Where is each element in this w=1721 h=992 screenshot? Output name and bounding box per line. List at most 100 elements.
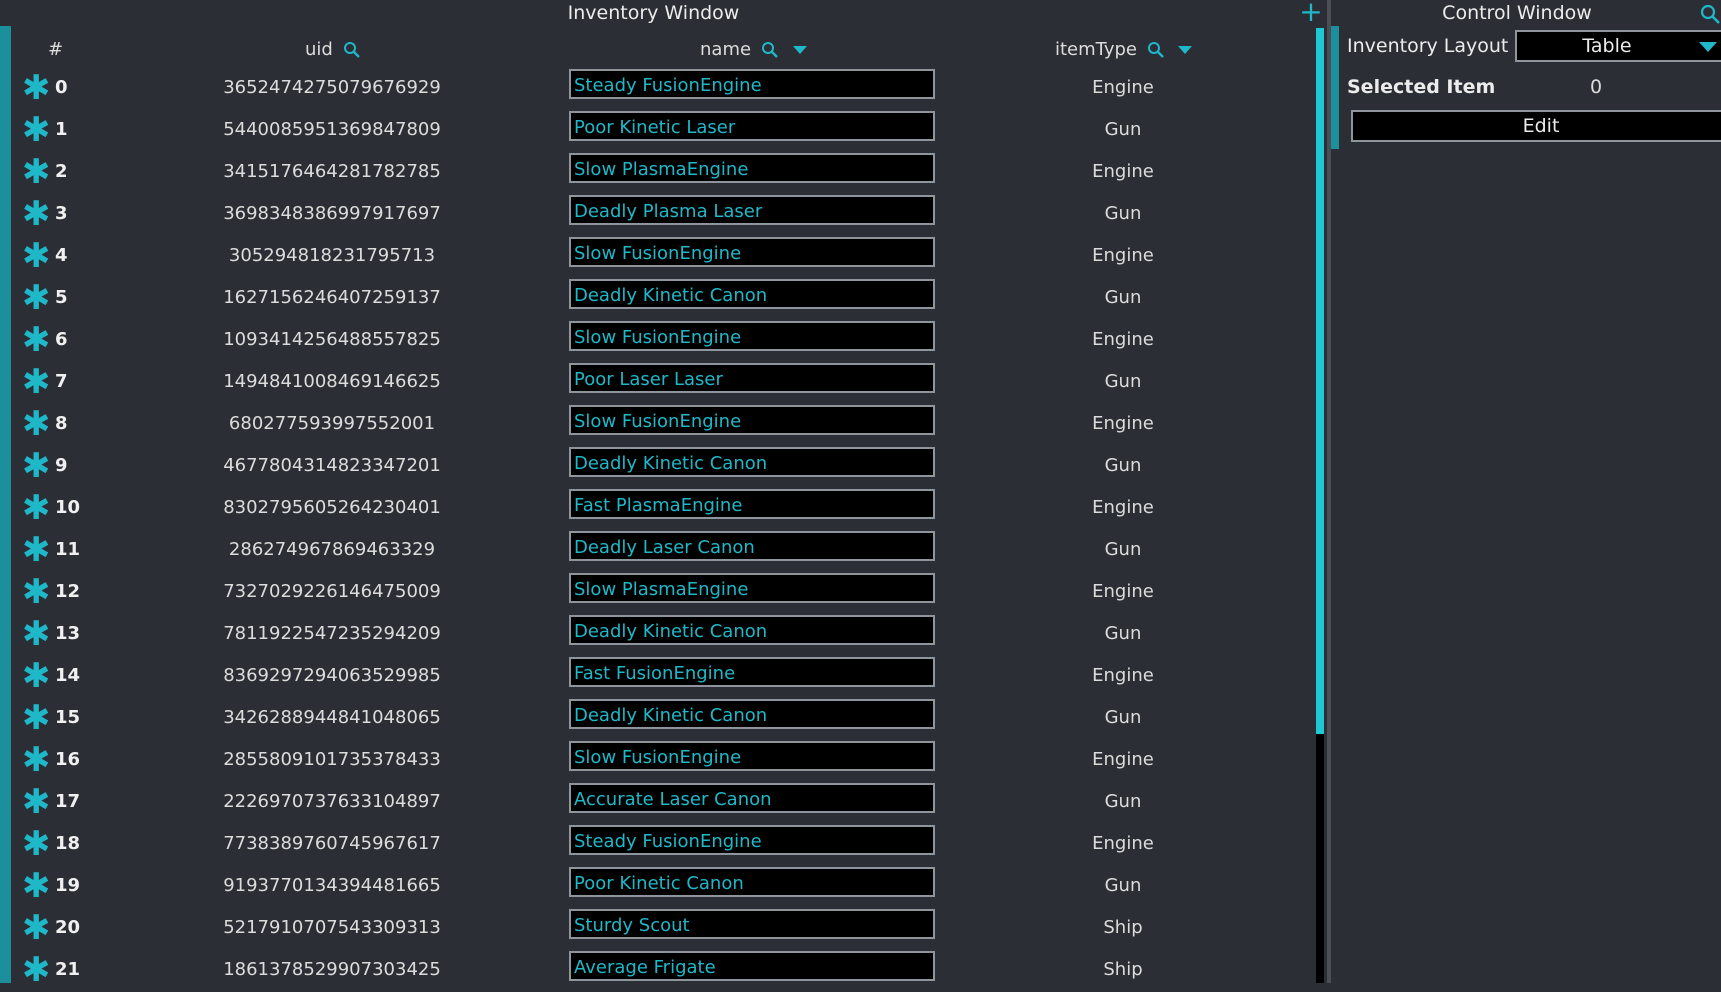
row-item-type: Engine [1092, 665, 1154, 686]
asterisk-icon[interactable]: ✱ [22, 533, 51, 567]
row-uid: 8302795605264230401 [223, 497, 441, 518]
row-name-field[interactable]: Steady FusionEngine [569, 69, 935, 99]
uid-search-icon[interactable] [343, 41, 361, 59]
row-number: 15 [55, 707, 81, 728]
row-name-field[interactable]: Deadly Plasma Laser [569, 195, 935, 225]
row-uid: 1494841008469146625 [223, 371, 441, 392]
table-row: ✱ 8 680277593997552001 Slow FusionEngine… [0, 404, 1310, 446]
row-name-field[interactable]: Slow PlasmaEngine [569, 153, 935, 183]
asterisk-icon[interactable]: ✱ [22, 827, 51, 861]
row-item-type: Ship [1103, 959, 1143, 980]
row-name-field[interactable]: Sturdy Scout [569, 909, 935, 939]
asterisk-icon[interactable]: ✱ [22, 701, 51, 735]
row-name-field[interactable]: Deadly Laser Canon [569, 531, 935, 561]
row-number: 3 [55, 203, 68, 224]
asterisk-icon[interactable]: ✱ [22, 365, 51, 399]
row-name-field[interactable]: Slow FusionEngine [569, 321, 935, 351]
asterisk-icon[interactable]: ✱ [22, 323, 51, 357]
row-number: 16 [55, 749, 81, 770]
row-item-type: Engine [1092, 245, 1154, 266]
column-header-name[interactable]: name [700, 36, 807, 64]
asterisk-icon[interactable]: ✱ [22, 197, 51, 231]
asterisk-icon[interactable]: ✱ [22, 659, 51, 693]
inventory-window-title: Inventory Window [567, 2, 740, 24]
asterisk-icon[interactable]: ✱ [22, 785, 51, 819]
row-name-field[interactable]: Poor Kinetic Canon [569, 867, 935, 897]
row-uid: 9193770134394481665 [223, 875, 441, 896]
column-header-itemtype[interactable]: itemType [1055, 36, 1193, 64]
row-number: 21 [55, 959, 81, 980]
row-uid: 8369297294063529985 [223, 665, 441, 686]
asterisk-icon[interactable]: ✱ [22, 281, 51, 315]
row-number: 12 [55, 581, 81, 602]
row-uid: 1861378529907303425 [223, 959, 441, 980]
asterisk-icon[interactable]: ✱ [22, 71, 51, 105]
row-item-type: Gun [1104, 791, 1142, 812]
row-uid: 1627156246407259137 [223, 287, 441, 308]
row-name-field[interactable]: Poor Kinetic Laser [569, 111, 935, 141]
control-window: Control Window Inventory Layout Table Se… [1331, 0, 1721, 983]
row-number: 1 [55, 119, 68, 140]
row-name-field[interactable]: Slow FusionEngine [569, 741, 935, 771]
asterisk-icon[interactable]: ✱ [22, 155, 51, 189]
row-name-field[interactable]: Deadly Kinetic Canon [569, 279, 935, 309]
row-uid: 7738389760745967617 [223, 833, 441, 854]
row-uid: 3415176464281782785 [223, 161, 441, 182]
search-icon[interactable] [1699, 3, 1721, 25]
name-search-icon[interactable] [761, 41, 779, 59]
row-uid: 286274967869463329 [228, 539, 436, 560]
row-number: 11 [55, 539, 81, 560]
row-name-field[interactable]: Slow FusionEngine [569, 405, 935, 435]
row-uid: 305294818231795713 [228, 245, 436, 266]
row-item-type: Engine [1092, 497, 1154, 518]
row-name-field[interactable]: Fast FusionEngine [569, 657, 935, 687]
row-name-field[interactable]: Slow PlasmaEngine [569, 573, 935, 603]
itemtype-search-icon[interactable] [1147, 41, 1165, 59]
row-item-type: Gun [1104, 371, 1142, 392]
asterisk-icon[interactable]: ✱ [22, 491, 51, 525]
itemtype-sort-chevron-down-icon[interactable] [1178, 46, 1193, 54]
row-uid: 5217910707543309313 [223, 917, 441, 938]
row-name-field[interactable]: Accurate Laser Canon [569, 783, 935, 813]
row-name-field[interactable]: Deadly Kinetic Canon [569, 699, 935, 729]
row-name-field[interactable]: Average Frigate [569, 951, 935, 981]
inventory-layout-select[interactable]: Table [1515, 30, 1721, 62]
row-name-field[interactable]: Fast PlasmaEngine [569, 489, 935, 519]
asterisk-icon[interactable]: ✱ [22, 743, 51, 777]
table-row: ✱ 2 3415176464281782785 Slow PlasmaEngin… [0, 152, 1310, 194]
row-number: 18 [55, 833, 81, 854]
asterisk-icon[interactable]: ✱ [22, 113, 51, 147]
control-side-strip [1331, 26, 1339, 149]
row-name-field[interactable]: Deadly Kinetic Canon [569, 615, 935, 645]
row-name-field[interactable]: Poor Laser Laser [569, 363, 935, 393]
asterisk-icon[interactable]: ✱ [22, 953, 51, 987]
row-number: 7 [55, 371, 68, 392]
row-item-type: Engine [1092, 581, 1154, 602]
row-item-type: Engine [1092, 329, 1154, 350]
edit-button[interactable]: Edit [1351, 110, 1721, 142]
row-name-field[interactable]: Deadly Kinetic Canon [569, 447, 935, 477]
scrollbar-thumb[interactable] [1316, 28, 1324, 734]
row-number: 9 [55, 455, 68, 476]
table-row: ✱ 17 2226970737633104897 Accurate Laser … [0, 782, 1310, 824]
table-row: ✱ 5 1627156246407259137 Deadly Kinetic C… [0, 278, 1310, 320]
row-item-type: Gun [1104, 119, 1142, 140]
asterisk-icon[interactable]: ✱ [22, 407, 51, 441]
table-row: ✱ 13 7811922547235294209 Deadly Kinetic … [0, 614, 1310, 656]
row-item-type: Ship [1103, 917, 1143, 938]
asterisk-icon[interactable]: ✱ [22, 869, 51, 903]
selected-item-label: Selected Item [1347, 76, 1496, 98]
row-name-field[interactable]: Slow FusionEngine [569, 237, 935, 267]
plus-icon[interactable]: + [1298, 0, 1324, 26]
asterisk-icon[interactable]: ✱ [22, 575, 51, 609]
row-item-type: Gun [1104, 875, 1142, 896]
row-uid: 7327029226146475009 [223, 581, 441, 602]
column-header-uid[interactable]: uid [305, 36, 361, 64]
asterisk-icon[interactable]: ✱ [22, 617, 51, 651]
asterisk-icon[interactable]: ✱ [22, 239, 51, 273]
inventory-window: Inventory Window + # uid name itemType ✱… [0, 0, 1327, 987]
asterisk-icon[interactable]: ✱ [22, 911, 51, 945]
name-sort-chevron-down-icon[interactable] [792, 46, 807, 54]
row-name-field[interactable]: Steady FusionEngine [569, 825, 935, 855]
asterisk-icon[interactable]: ✱ [22, 449, 51, 483]
